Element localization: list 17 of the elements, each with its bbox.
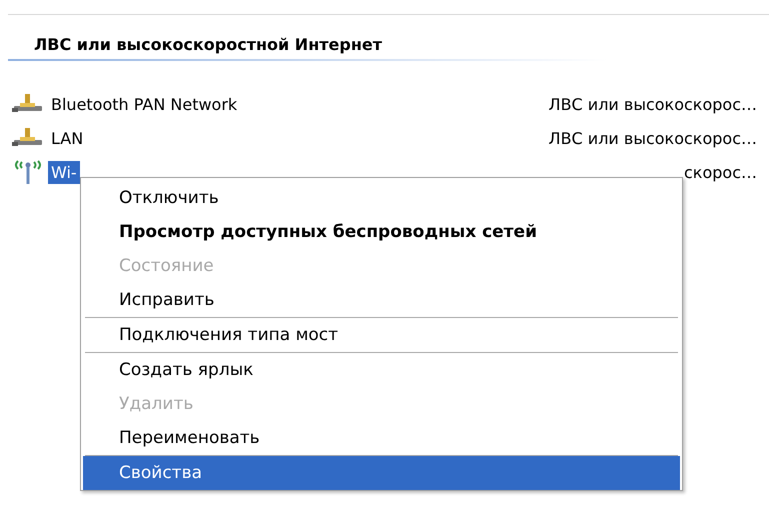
- menu-item[interactable]: Свойства: [83, 456, 680, 490]
- wireless-antenna-icon: [12, 159, 44, 185]
- connection-name[interactable]: LAN: [48, 126, 86, 150]
- menu-item[interactable]: Исправить: [83, 283, 680, 317]
- network-icon: [12, 128, 44, 148]
- connection-type: скорос…: [683, 162, 757, 182]
- menu-item[interactable]: Отключить: [83, 181, 680, 215]
- connection-name[interactable]: Bluetooth PAN Network: [48, 92, 240, 116]
- menu-item[interactable]: Переименовать: [83, 421, 680, 455]
- group-title: ЛВС или высокоскоростной Интернет: [33, 35, 382, 55]
- network-icon: [12, 94, 44, 114]
- connection-name[interactable]: Wi-: [48, 160, 80, 184]
- menu-item[interactable]: Создать ярлык: [83, 353, 680, 387]
- menu-item[interactable]: Подключения типа мост: [83, 318, 680, 352]
- connection-type: ЛВС или высокоскорос…: [548, 128, 757, 148]
- menu-item[interactable]: Просмотр доступных беспроводных сетей: [83, 215, 680, 249]
- connection-type: ЛВС или высокоскорос…: [548, 94, 757, 114]
